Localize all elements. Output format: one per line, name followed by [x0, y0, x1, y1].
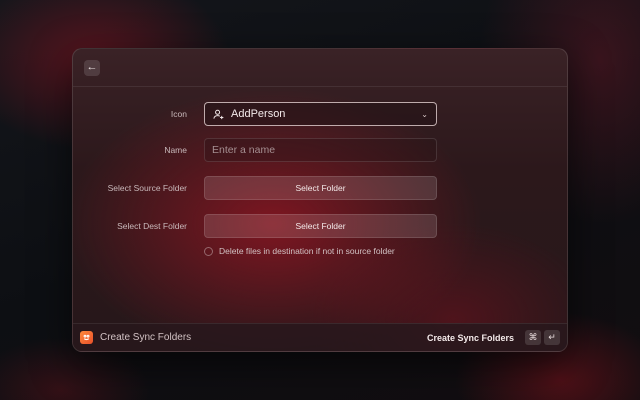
- name-input[interactable]: [204, 138, 437, 162]
- name-label: Name: [164, 145, 187, 155]
- command-key-icon: ⌘: [525, 330, 541, 345]
- arrow-left-icon: ←: [86, 61, 98, 73]
- footer-title: Create Sync Folders: [100, 332, 192, 343]
- footer-bar: Create Sync Folders Create Sync Folders …: [73, 323, 567, 351]
- delete-files-label[interactable]: Delete files in destination if not in so…: [219, 246, 395, 256]
- chevron-down-icon: ⌄: [421, 109, 428, 119]
- source-folder-label: Select Source Folder: [107, 183, 187, 193]
- add-person-icon: [213, 108, 225, 120]
- delete-option-row: Delete files in destination if not in so…: [204, 246, 395, 256]
- top-bar: ←: [73, 49, 567, 87]
- delete-files-checkbox[interactable]: [204, 246, 213, 256]
- raycast-extension-icon: [80, 331, 93, 344]
- enter-key-icon: ↵: [544, 330, 560, 345]
- dest-folder-row: Select Dest Folder Select Folder: [73, 214, 567, 238]
- create-sync-folders-action[interactable]: Create Sync Folders: [427, 333, 514, 343]
- source-folder-row: Select Source Folder Select Folder: [73, 176, 567, 200]
- back-button[interactable]: ←: [84, 59, 100, 76]
- name-row: Name: [73, 138, 567, 162]
- dest-folder-label: Select Dest Folder: [117, 221, 187, 231]
- footer-actions: Create Sync Folders ⌘ ↵: [427, 330, 560, 345]
- icon-select-value: AddPerson: [231, 108, 286, 120]
- select-source-folder-button[interactable]: Select Folder: [204, 176, 437, 200]
- icon-row: Icon AddPerson ⌄: [73, 102, 567, 126]
- icon-select[interactable]: AddPerson ⌄: [204, 102, 437, 126]
- icon-label: Icon: [170, 109, 187, 119]
- select-dest-folder-button[interactable]: Select Folder: [204, 214, 437, 238]
- dialog-window: ← Icon AddPerson ⌄ Name Select Source Fo…: [72, 48, 568, 352]
